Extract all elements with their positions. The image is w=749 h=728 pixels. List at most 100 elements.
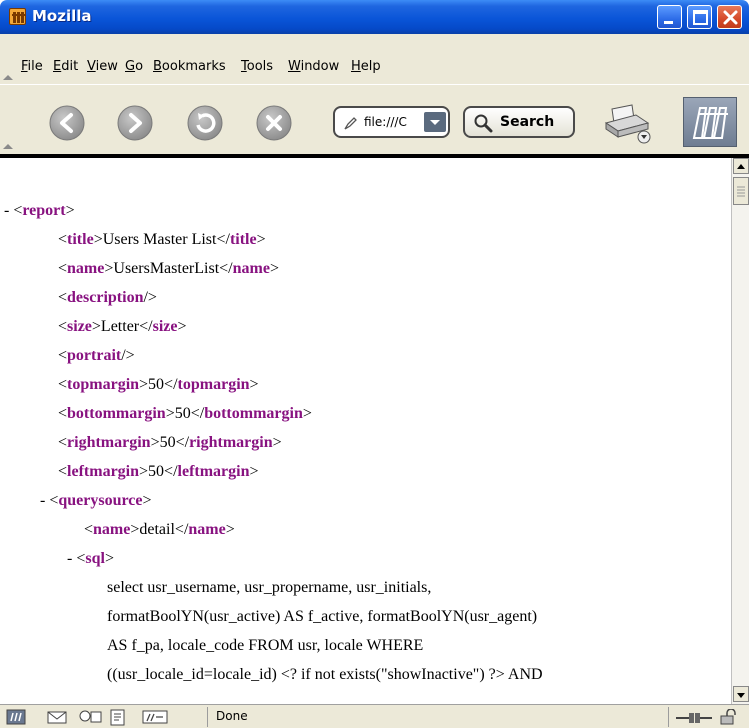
xml-tag-name: bottommargin <box>67 405 166 422</box>
xml-line: <title>Users Master List</title> <box>58 231 266 249</box>
xml-text: > <box>272 434 282 451</box>
navbar-collapse-grip-icon[interactable] <box>2 136 14 149</box>
xml-text: > <box>177 318 187 335</box>
xml-text: < <box>84 521 94 538</box>
url-dropdown-button[interactable] <box>424 112 446 132</box>
xml-text: > <box>142 492 152 509</box>
chat-icon <box>79 710 102 723</box>
address-book-button[interactable] <box>142 709 168 728</box>
chat-button[interactable] <box>78 709 104 728</box>
composer-icon <box>110 709 125 726</box>
navigator-icon <box>6 709 26 725</box>
xml-line: - <report> <box>4 202 75 220</box>
xml-line: <description/> <box>58 289 157 307</box>
xml-text: < <box>58 231 68 248</box>
xml-tag-name: title <box>67 231 94 248</box>
xml-document-view[interactable]: - <report> <title>Users Master List</tit… <box>0 158 731 704</box>
xml-text: >Letter</ <box>91 318 153 335</box>
xml-line: formatBoolYN(usr_active) AS f_active, fo… <box>107 608 537 626</box>
menu-go[interactable]: Go <box>125 59 143 74</box>
xml-text: > <box>249 376 259 393</box>
page-proxy-icon <box>344 117 357 130</box>
back-icon <box>49 105 85 141</box>
xml-text: >UsersMasterList</ <box>104 260 233 277</box>
mozilla-throbber[interactable] <box>683 97 737 147</box>
xml-text: /> <box>121 347 135 364</box>
throbber-icon <box>692 107 728 139</box>
scroll-thumb[interactable] <box>733 177 749 205</box>
reload-icon <box>187 105 223 141</box>
minimize-button[interactable] <box>657 5 682 29</box>
xml-text: /> <box>143 289 157 306</box>
menu-window[interactable]: Window <box>288 59 339 74</box>
scroll-down-button[interactable] <box>733 686 749 702</box>
xml-line: AS f_pa, locale_code FROM usr, locale WH… <box>107 637 423 655</box>
xml-text: - < <box>4 202 23 219</box>
xml-tag-name: bottommargin <box>204 405 303 422</box>
xml-line: <portrait/> <box>58 347 135 365</box>
xml-tag-name: rightmargin <box>189 434 273 451</box>
chevron-down-icon <box>430 120 440 125</box>
xml-text: < <box>58 434 68 451</box>
xml-tag-name: report <box>22 202 66 219</box>
chevron-down-icon <box>737 693 745 698</box>
mail-button[interactable] <box>46 709 68 728</box>
search-button[interactable]: Search <box>463 106 575 138</box>
xml-text: >50</ <box>139 376 178 393</box>
vertical-scrollbar[interactable] <box>731 158 749 704</box>
url-combobox[interactable]: file:///C <box>333 106 450 138</box>
xml-text: AS f_pa, locale_code FROM usr, locale WH… <box>107 637 424 654</box>
online-connection-icon <box>676 713 712 723</box>
url-input[interactable]: file:///C <box>364 115 426 129</box>
xml-text: > <box>256 231 266 248</box>
xml-tag-name: name <box>232 260 270 277</box>
chevron-up-icon <box>737 164 745 169</box>
stop-icon <box>256 105 292 141</box>
close-button[interactable] <box>717 5 742 29</box>
composer-button[interactable] <box>108 709 128 728</box>
reload-button[interactable] <box>187 105 223 141</box>
forward-button[interactable] <box>117 105 153 141</box>
print-button[interactable] <box>604 101 654 149</box>
menu-help[interactable]: Help <box>351 59 381 74</box>
title-bar[interactable]: Mozilla <box>0 0 749 34</box>
scroll-up-button[interactable] <box>733 158 749 174</box>
xml-line: - <querysource> <box>40 492 152 510</box>
security-indicator[interactable] <box>718 708 740 728</box>
xml-text: < <box>58 289 68 306</box>
menu-view[interactable]: View <box>87 59 118 74</box>
xml-line: <name>UsersMasterList</name> <box>58 260 279 278</box>
online-status-indicator[interactable] <box>674 710 714 728</box>
xml-text: select usr_username, usr_propername, usr… <box>107 579 432 596</box>
xml-tag-name: size <box>67 318 92 335</box>
menubar-collapse-grip-icon[interactable] <box>2 67 14 80</box>
xml-tag-name: querysource <box>58 492 143 509</box>
lock-icon <box>720 708 736 725</box>
xml-line: <leftmargin>50</leftmargin> <box>58 463 259 481</box>
navigator-button[interactable] <box>6 709 26 728</box>
xml-tag-name: topmargin <box>67 376 140 393</box>
maximize-button[interactable] <box>687 5 712 29</box>
stop-button[interactable] <box>256 105 292 141</box>
xml-tag-name: portrait <box>67 347 122 364</box>
xml-tag-name: size <box>152 318 178 335</box>
xml-text: < <box>58 318 68 335</box>
xml-line: <size>Letter</size> <box>58 318 187 336</box>
xml-line: select usr_username, usr_propername, usr… <box>107 579 431 597</box>
menu-bookmarks[interactable]: Bookmarks <box>153 59 226 74</box>
search-icon <box>474 114 493 133</box>
xml-text: < <box>58 347 68 364</box>
xml-tag-name: name <box>93 521 131 538</box>
xml-text: >Users Master List</ <box>93 231 230 248</box>
xml-tag-name: name <box>67 260 105 277</box>
navigation-toolbar: file:///C Search <box>0 84 749 154</box>
back-button[interactable] <box>49 105 85 141</box>
search-button-label: Search <box>500 114 555 130</box>
menu-edit[interactable]: Edit <box>53 59 78 74</box>
menu-tools[interactable]: Tools <box>241 59 273 74</box>
xml-tag-name: title <box>229 231 257 248</box>
xml-tag-name: name <box>188 521 226 538</box>
xml-text: > <box>249 463 259 480</box>
menu-file[interactable]: File <box>21 59 43 74</box>
xml-text: >50</ <box>150 434 190 451</box>
